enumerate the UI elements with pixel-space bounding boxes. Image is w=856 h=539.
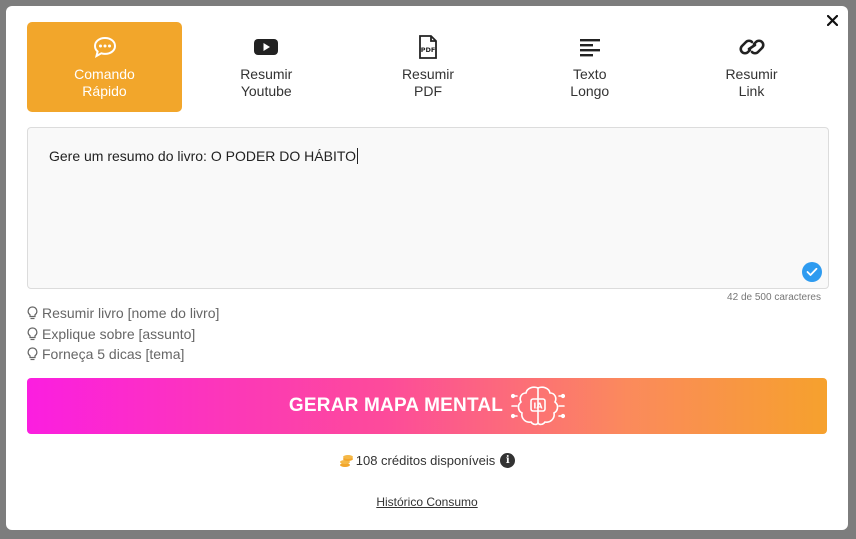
credits-text: 108 créditos disponíveis [355, 453, 496, 468]
tab-resumir-pdf[interactable]: PDF Resumir PDF [351, 22, 506, 112]
tab-texto-longo[interactable]: Texto Longo [512, 22, 667, 112]
prompt-textarea[interactable]: Gere um resumo do livro: O PODER DO HÁBI… [27, 127, 829, 289]
tab-label: Resumir Youtube [240, 66, 293, 99]
svg-text:IA: IA [533, 402, 543, 411]
align-left-icon [577, 34, 603, 60]
generate-mind-map-button[interactable]: GERAR MAPA MENTAL IA [27, 378, 827, 434]
text-caret [357, 148, 359, 164]
mind-map-modal: Comando Rápido Resumir Youtube PDF Resum… [6, 6, 848, 530]
link-icon [738, 34, 765, 60]
info-icon[interactable]: i [500, 453, 516, 468]
svg-text:PDF: PDF [421, 46, 436, 54]
mode-tabs: Comando Rápido Resumir Youtube PDF Resum… [27, 22, 829, 112]
suggestion-text: Resumir livro [nome do livro] [42, 305, 220, 322]
tab-label: Resumir PDF [401, 66, 455, 99]
tab-resumir-link[interactable]: Resumir Link [674, 22, 829, 112]
coins-icon [339, 454, 354, 468]
chat-bubble-icon [92, 34, 118, 60]
tab-label: Texto Longo [570, 66, 610, 99]
pdf-file-icon: PDF [415, 34, 441, 60]
tab-label: Resumir Link [725, 66, 778, 99]
prompt-text: Gere um resumo do livro: O PODER DO HÁBI… [49, 148, 357, 164]
youtube-icon [253, 34, 279, 60]
history-link[interactable]: Histórico Consumo [6, 495, 848, 509]
suggestion-text: Explique sobre [assunto] [42, 325, 196, 342]
lightbulb-icon [27, 327, 39, 341]
ai-brain-icon: IA [511, 386, 566, 426]
suggestion-item[interactable]: Forneça 5 dicas [tema] [27, 344, 219, 365]
suggestion-list: Resumir livro [nome do livro] Explique s… [27, 303, 219, 365]
check-icon [802, 262, 822, 282]
suggestion-item[interactable]: Resumir livro [nome do livro] [27, 303, 219, 324]
suggestion-item[interactable]: Explique sobre [assunto] [27, 324, 219, 345]
generate-button-label: GERAR MAPA MENTAL [288, 395, 504, 416]
lightbulb-icon [27, 347, 39, 361]
lightbulb-icon [27, 306, 39, 320]
credits-info: 108 créditos disponíveis i [6, 453, 848, 468]
tab-resumir-youtube[interactable]: Resumir Youtube [189, 22, 344, 112]
char-counter: 42 de 500 caracteres [727, 292, 821, 303]
tab-label: Comando Rápido [74, 66, 135, 99]
suggestion-text: Forneça 5 dicas [tema] [42, 346, 185, 363]
tab-comando-rapido[interactable]: Comando Rápido [27, 22, 182, 112]
